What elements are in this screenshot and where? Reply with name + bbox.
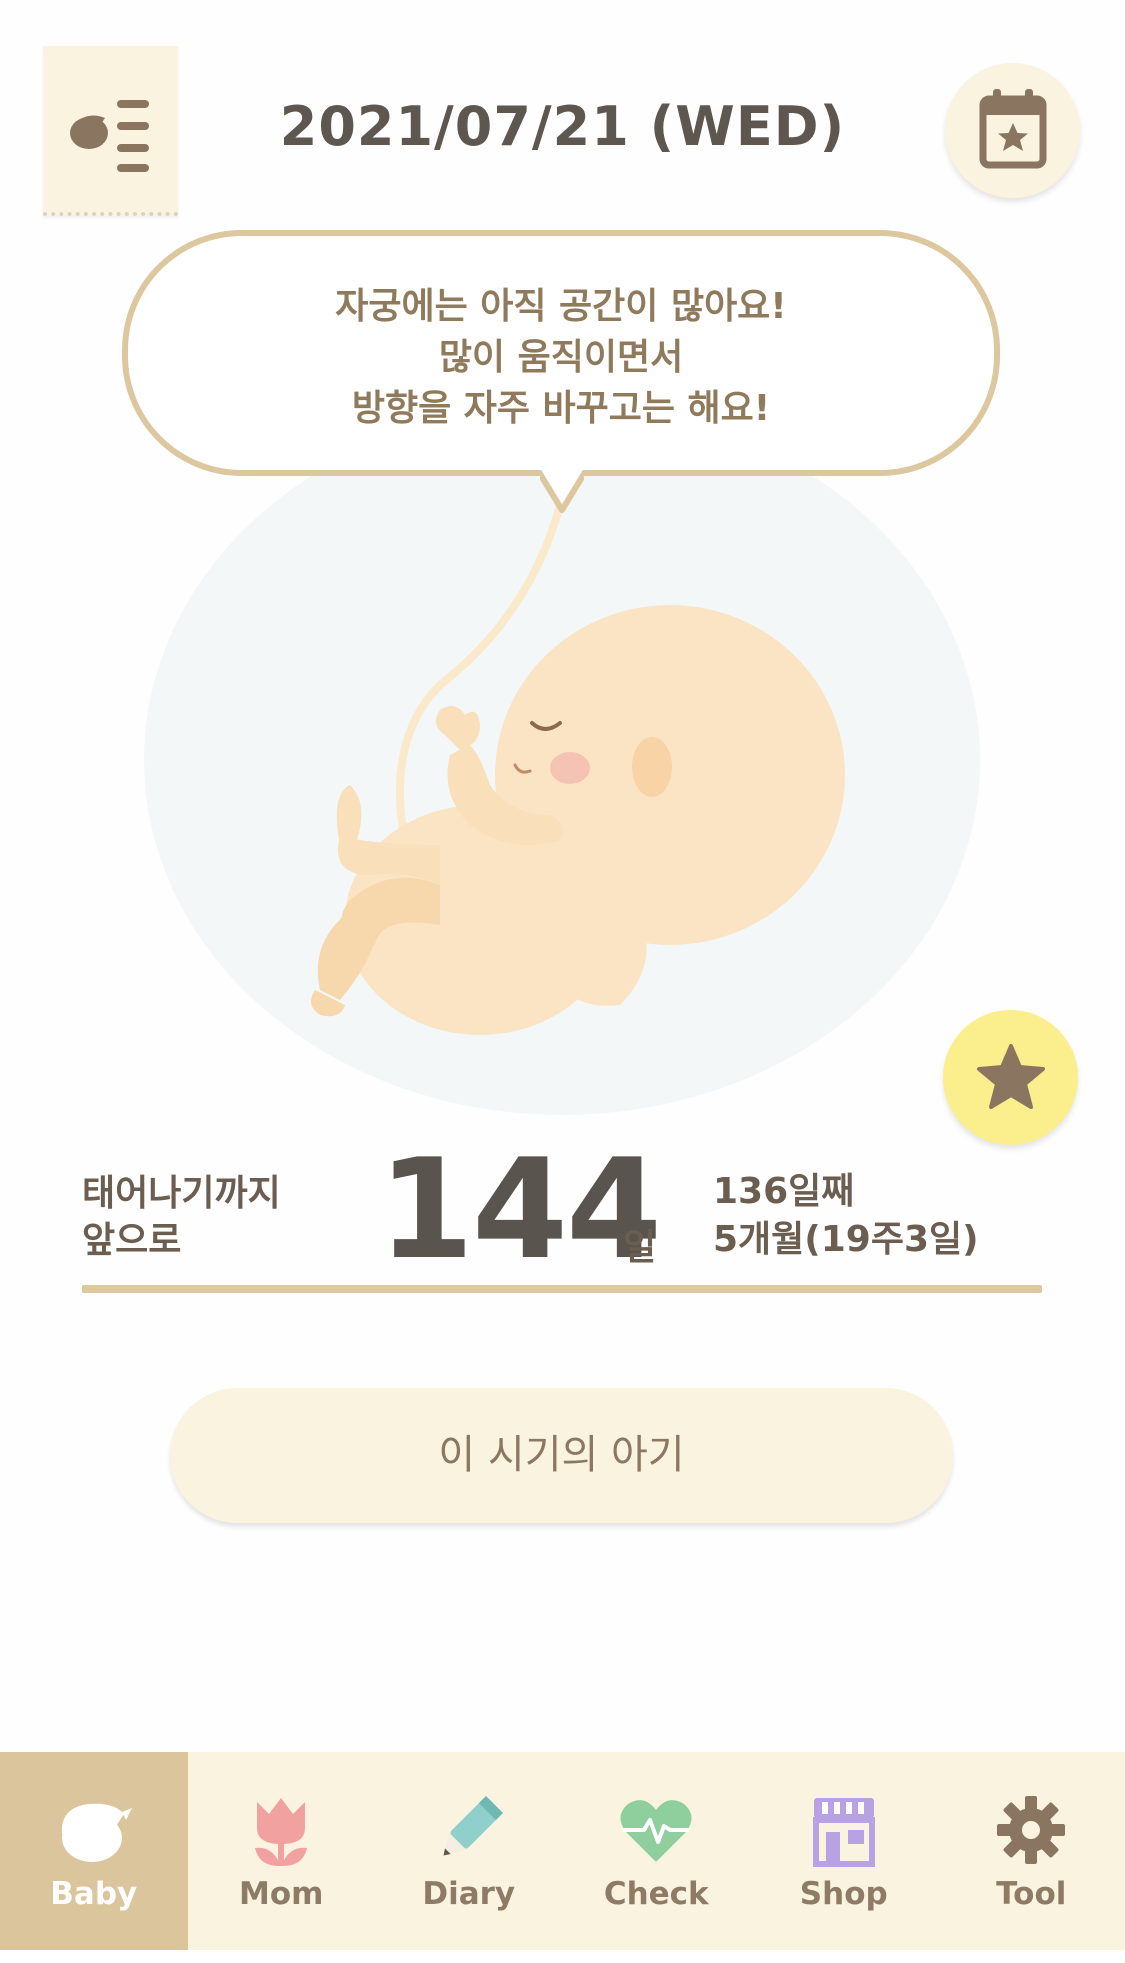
- gear-icon: [997, 1796, 1066, 1864]
- baby-this-period-button[interactable]: 이 시기의 아기: [170, 1388, 953, 1523]
- tab-check[interactable]: Check: [563, 1752, 751, 1950]
- countdown-label: 태어나기까지 앞으로: [82, 1170, 281, 1264]
- tab-label: Mom: [239, 1876, 324, 1912]
- tab-label: Shop: [799, 1876, 888, 1912]
- heartbeat-icon: [620, 1800, 692, 1862]
- countdown-label-line: 태어나기까지: [82, 1173, 281, 1214]
- tab-diary[interactable]: Diary: [375, 1752, 563, 1950]
- bubble-line: 자궁에는 아직 공간이 많아요!: [335, 286, 787, 327]
- divider: [82, 1285, 1042, 1293]
- star-icon: [977, 1044, 1045, 1109]
- tab-label: Baby: [50, 1876, 138, 1912]
- bottom-strip: [0, 1950, 1125, 1963]
- bubble-message: 자궁에는 아직 공간이 많아요! 많이 움직이면서 방향을 자주 바꾸고는 해요…: [128, 281, 994, 434]
- bubble-line: 많이 움직이면서: [438, 337, 684, 378]
- favorite-button[interactable]: [943, 1010, 1078, 1145]
- tab-label: Tool: [996, 1876, 1067, 1912]
- tab-mom[interactable]: Mom: [188, 1752, 376, 1950]
- month-week: 5개월(19주3일): [713, 1219, 979, 1260]
- bottom-tab-bar: Baby Mom Diary Check Shop Tool: [0, 1752, 1125, 1950]
- bird-menu-icon: [70, 100, 149, 172]
- store-icon: [812, 1798, 875, 1867]
- tab-label: Check: [603, 1876, 709, 1912]
- pregnancy-progress: 136일째 5개월(19주3일): [713, 1168, 979, 1264]
- tab-baby[interactable]: Baby: [0, 1752, 188, 1950]
- menu-button[interactable]: [43, 46, 178, 216]
- speech-bubble: 자궁에는 아직 공간이 많아요! 많이 움직이면서 방향을 자주 바꾸고는 해요…: [122, 230, 1000, 476]
- day-count: 136일째: [713, 1171, 855, 1212]
- countdown-label-line: 앞으로: [82, 1220, 182, 1261]
- tulip-icon: [255, 1798, 308, 1866]
- bird-icon: [61, 1803, 132, 1862]
- fetus-illustration: [140, 405, 985, 1125]
- bubble-tail: [540, 468, 584, 513]
- bubble-line: 방향을 자주 바꾸고는 해요!: [351, 388, 771, 429]
- tab-tool[interactable]: Tool: [938, 1752, 1125, 1950]
- calendar-button[interactable]: [945, 63, 1080, 198]
- days-remaining: 144: [378, 1129, 662, 1290]
- tab-label: Diary: [422, 1876, 516, 1912]
- tab-shop[interactable]: Shop: [750, 1752, 938, 1950]
- pencil-icon: [443, 1796, 503, 1856]
- calendar-star-icon: [979, 89, 1047, 169]
- page-title: 2021/07/21 (WED): [279, 95, 846, 158]
- days-unit: 일: [623, 1227, 657, 1268]
